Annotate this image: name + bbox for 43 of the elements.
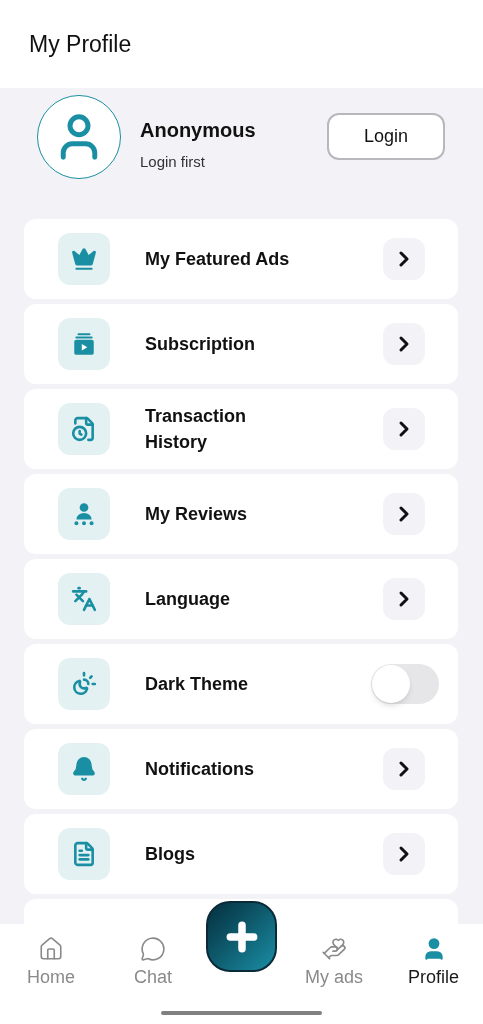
menu-label: Transaction History — [145, 405, 248, 454]
home-icon — [38, 936, 64, 962]
menu-label: Blogs — [145, 843, 196, 866]
chevron-button[interactable] — [383, 323, 425, 365]
chat-bubble-icon — [140, 936, 166, 962]
chevron-button[interactable] — [383, 408, 425, 450]
menu-item[interactable]: My Featured Ads — [24, 219, 458, 299]
login-button[interactable]: Login — [327, 113, 445, 160]
nav-tab[interactable]: My ads — [284, 924, 384, 1024]
document-clock-icon — [71, 416, 97, 442]
chevron-button[interactable] — [383, 493, 425, 535]
chevron-button[interactable] — [383, 578, 425, 620]
crown-icon — [71, 246, 97, 272]
toggle-knob — [372, 665, 410, 703]
nav-tab[interactable]: Chat — [102, 924, 204, 1024]
menu-label: My Reviews — [145, 503, 249, 526]
menu-item[interactable]: Blogs — [24, 814, 458, 894]
menu-item[interactable]: Transaction History — [24, 389, 458, 469]
nav-tab[interactable]: Profile — [384, 924, 483, 1024]
hand-icon — [321, 936, 347, 962]
menu-label: My Featured Ads — [145, 248, 291, 271]
translate-icon — [71, 586, 97, 612]
bell-icon — [71, 756, 97, 782]
menu-item[interactable]: Notifications — [24, 729, 458, 809]
menu-item[interactable]: Language — [24, 559, 458, 639]
menu-item[interactable]: My Reviews — [24, 474, 458, 554]
menu-label: Dark Theme — [145, 673, 250, 696]
menu-item[interactable]: Dark Theme — [24, 644, 458, 724]
menu-item[interactable]: Subscription — [24, 304, 458, 384]
menu-label: Language — [145, 588, 231, 611]
chevron-button[interactable] — [383, 238, 425, 280]
menu-label: Notifications — [145, 758, 255, 781]
document-icon — [71, 841, 97, 867]
user-name: Anonymous — [140, 118, 256, 143]
toggle-switch[interactable] — [371, 664, 439, 704]
add-button[interactable] — [206, 901, 277, 972]
video-card-icon — [71, 331, 97, 357]
chevron-button[interactable] — [383, 833, 425, 875]
chevron-button[interactable] — [383, 748, 425, 790]
menu-label: Subscription — [145, 333, 256, 356]
page-title: My Profile — [29, 29, 132, 59]
user-subtitle: Login first — [140, 152, 207, 172]
brightness-icon — [71, 671, 97, 697]
